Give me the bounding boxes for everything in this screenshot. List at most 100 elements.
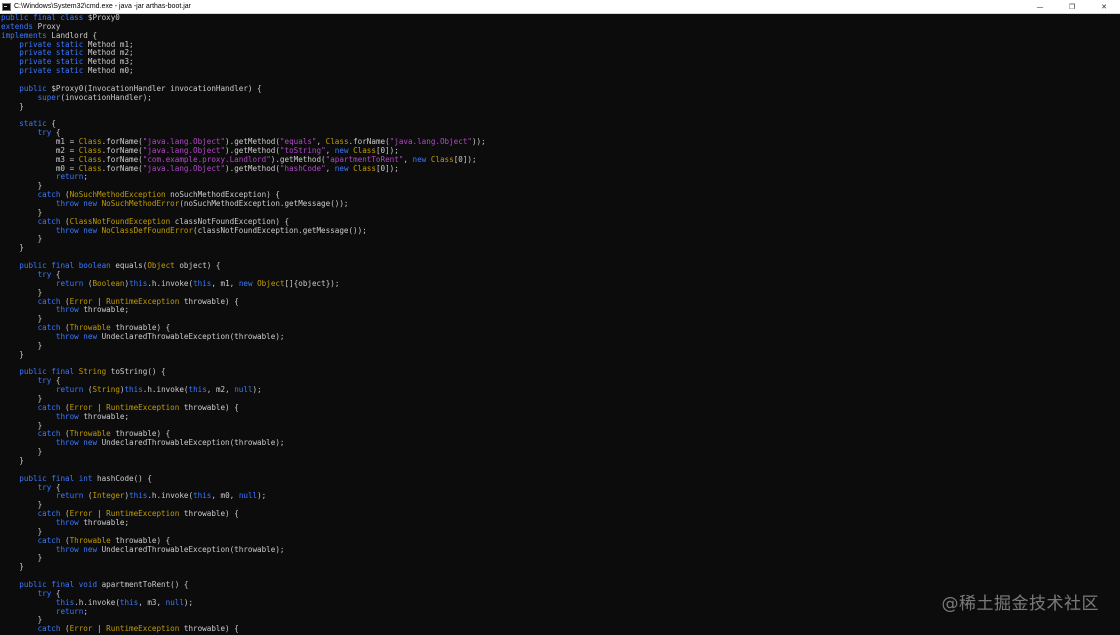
code-token: classNotFoundException) {	[170, 216, 290, 226]
code-token: return	[55, 172, 84, 182]
console-line: extends Proxy	[1, 21, 1120, 32]
code-token: Error	[69, 402, 93, 412]
maximize-button[interactable]: ❐	[1056, 0, 1088, 13]
close-button[interactable]: ✕	[1088, 0, 1120, 13]
code-token: {	[55, 376, 61, 386]
code-token: extends	[1, 21, 38, 31]
console-line: throw throwable;	[1, 518, 1120, 528]
code-token: Proxy	[37, 21, 61, 31]
code-token: }	[1, 455, 24, 465]
console-line: }	[1, 553, 1120, 563]
code-token: }	[1, 615, 43, 625]
console-line: public final boolean equals(Object objec…	[1, 261, 1120, 271]
code-token: public final	[19, 367, 79, 377]
code-token: UndeclaredThrowableException(throwable);	[101, 438, 285, 448]
code-token: static	[19, 119, 52, 129]
code-token: , m1,	[211, 278, 239, 288]
code-token: [0]);	[375, 145, 399, 155]
code-token: "java.lang.Object"	[142, 163, 226, 173]
code-token: .h.invoke(	[142, 385, 189, 395]
code-token: ).getMethod(	[225, 163, 280, 173]
title-bar[interactable]: C:\Windows\System32\cmd.exe - java -jar …	[0, 0, 1120, 14]
code-token: , m3,	[138, 597, 166, 607]
code-token: RuntimeException	[106, 624, 180, 634]
console-output[interactable]: public final class $Proxy0 extends Proxy i…	[1, 14, 1120, 635]
code-token: throwable) {	[110, 535, 171, 545]
code-token: throwable) {	[179, 296, 239, 306]
code-token: this	[55, 597, 75, 607]
code-token: this	[188, 385, 207, 395]
code-token: hashCode() {	[97, 473, 152, 483]
code-token: m2 =	[1, 145, 79, 155]
code-token: catch	[37, 296, 66, 306]
code-token: catch	[37, 402, 66, 412]
code-token: Error	[69, 624, 93, 634]
code-token: |	[92, 296, 107, 306]
code-token: public final void	[19, 580, 102, 589]
code-token: return	[55, 385, 88, 395]
code-token: }	[1, 340, 43, 350]
console-line: public $Proxy0(InvocationHandler invocat…	[1, 84, 1120, 94]
code-token: Throwable	[69, 535, 111, 545]
code-token: ,	[325, 163, 335, 173]
code-token: this	[129, 278, 148, 288]
code-token: apartmentToRent() {	[101, 580, 189, 589]
code-token: Class	[78, 163, 102, 173]
cmd-app-icon	[2, 2, 11, 11]
code-token: Object	[257, 278, 285, 288]
code-token: implements	[1, 30, 52, 40]
code-token: Method m3;	[87, 57, 134, 67]
code-token: public final class	[1, 14, 88, 22]
console-line: throw new UndeclaredThrowableException(t…	[1, 438, 1120, 448]
code-token: public final int	[19, 473, 98, 483]
code-token: new	[238, 278, 258, 288]
code-token: new	[334, 145, 354, 155]
code-token: Class	[430, 154, 454, 164]
console-line: }	[1, 235, 1120, 244]
code-token: m3 =	[1, 154, 79, 164]
code-token: RuntimeException	[106, 509, 180, 519]
code-token: Error	[69, 296, 93, 306]
console-line: throw throwable;	[1, 305, 1120, 315]
code-token: Boolean	[92, 278, 125, 288]
code-token: [0]);	[453, 154, 477, 164]
minimize-button[interactable]: —	[1024, 0, 1056, 13]
console-line: throw new NoClassDefFoundError(classNotF…	[1, 225, 1120, 236]
console-line: }	[1, 350, 1120, 360]
code-token: []{object});	[284, 278, 340, 288]
code-token: catch	[37, 429, 66, 439]
code-token: Method m0;	[87, 66, 134, 76]
console-line: return (Integer)this.h.invoke(this, m0, …	[1, 491, 1120, 501]
watermark-text: @稀土掘金技术社区	[941, 594, 1099, 614]
code-token: ).getMethod(	[225, 137, 280, 147]
console-line: catch (Error | RuntimeException throwabl…	[1, 402, 1120, 413]
code-token: throw new	[55, 225, 102, 235]
code-token: null	[234, 385, 253, 395]
code-token: throwable) {	[110, 429, 171, 439]
console-line: private static Method m0;	[1, 66, 1120, 76]
code-token: throwable;	[83, 305, 130, 315]
console-line: }	[1, 243, 1120, 253]
code-token: return	[55, 491, 88, 501]
console-line: throw new UndeclaredThrowableException(t…	[1, 331, 1120, 342]
code-token: UndeclaredThrowableException(throwable);	[101, 331, 285, 341]
code-token: $Proxy0	[87, 14, 120, 22]
code-token: object) {	[174, 261, 221, 271]
code-token: throwable) {	[179, 402, 239, 412]
code-token: .h.invoke(	[147, 491, 194, 501]
code-token: throw new	[55, 438, 102, 448]
code-token: super	[37, 92, 61, 102]
